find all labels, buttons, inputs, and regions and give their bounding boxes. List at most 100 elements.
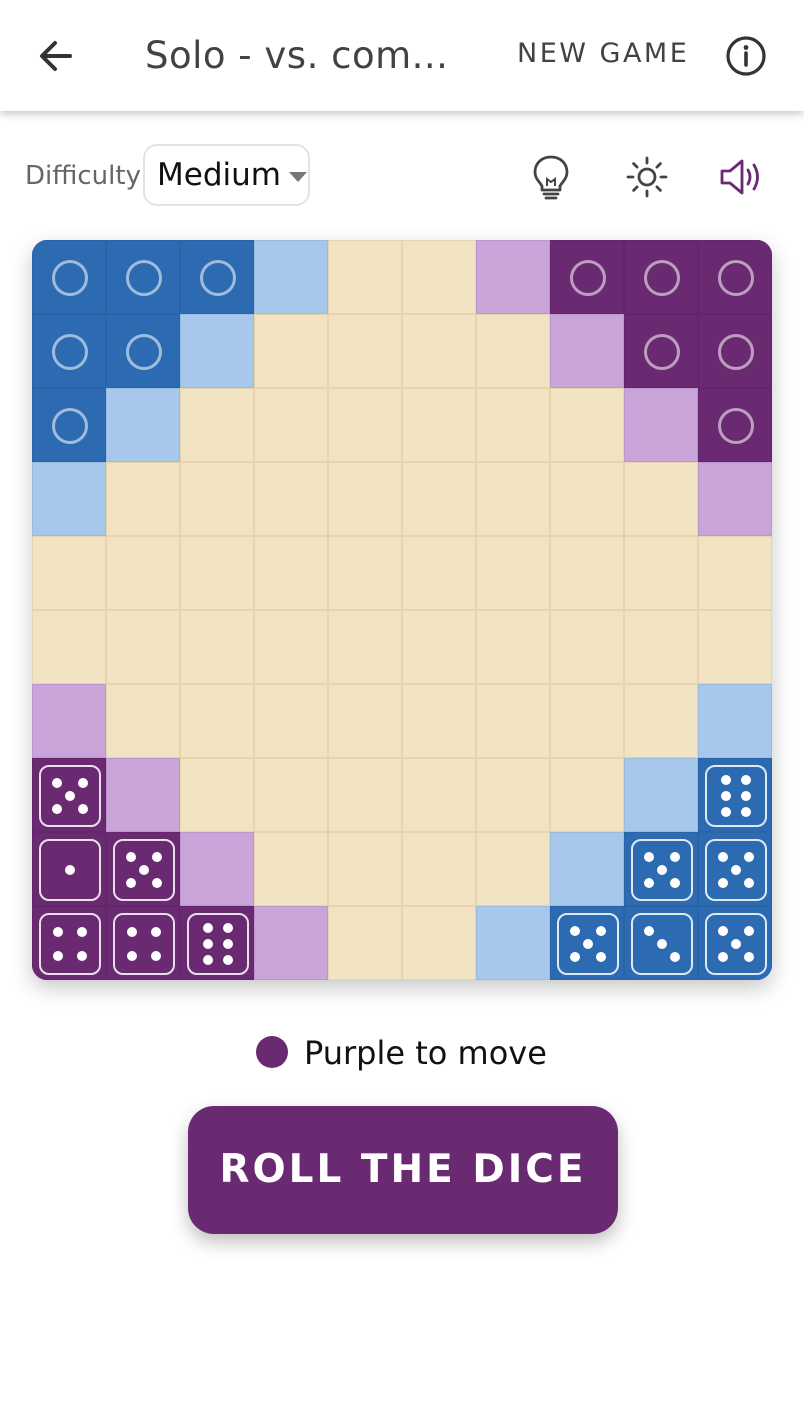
board-cell-empty[interactable] (254, 832, 328, 906)
board-cell-empty[interactable] (476, 832, 550, 906)
board-cell-light-blue[interactable] (698, 684, 772, 758)
board-cell-empty[interactable] (328, 684, 402, 758)
die-piece[interactable] (39, 839, 101, 901)
board-cell-empty[interactable] (32, 610, 106, 684)
board-cell-empty[interactable] (476, 536, 550, 610)
board-cell-empty[interactable] (328, 610, 402, 684)
board-cell-empty[interactable] (254, 536, 328, 610)
board-cell-empty[interactable] (254, 610, 328, 684)
board-cell-empty[interactable] (550, 536, 624, 610)
board-cell-blue[interactable] (698, 906, 772, 980)
board-cell-purple[interactable] (698, 240, 772, 314)
board-cell-empty[interactable] (476, 314, 550, 388)
arrow-left-icon[interactable] (30, 30, 82, 82)
board-cell-blue[interactable] (180, 240, 254, 314)
board-cell-blue[interactable] (698, 832, 772, 906)
board-cell-empty[interactable] (328, 462, 402, 536)
board-cell-purple[interactable] (106, 906, 180, 980)
board-cell-purple[interactable] (698, 388, 772, 462)
board-cell-empty[interactable] (254, 462, 328, 536)
board-cell-empty[interactable] (698, 610, 772, 684)
die-piece[interactable] (705, 839, 767, 901)
board-cell-blue[interactable] (624, 906, 698, 980)
info-icon[interactable] (722, 32, 770, 80)
board-cell-empty[interactable] (328, 314, 402, 388)
die-piece[interactable] (113, 913, 175, 975)
board-cell-empty[interactable] (180, 536, 254, 610)
board-cell-purple[interactable] (32, 906, 106, 980)
board-cell-empty[interactable] (402, 684, 476, 758)
board-cell-empty[interactable] (254, 684, 328, 758)
board-cell-empty[interactable] (402, 758, 476, 832)
board-cell-empty[interactable] (698, 536, 772, 610)
board-cell-empty[interactable] (106, 610, 180, 684)
board-cell-empty[interactable] (402, 314, 476, 388)
board-cell-blue[interactable] (32, 240, 106, 314)
board-cell-empty[interactable] (402, 610, 476, 684)
board-cell-purple[interactable] (106, 832, 180, 906)
board-cell-empty[interactable] (624, 610, 698, 684)
board-cell-purple[interactable] (32, 758, 106, 832)
board-cell-light-purple[interactable] (32, 684, 106, 758)
board-cell-empty[interactable] (328, 832, 402, 906)
board-cell-empty[interactable] (624, 684, 698, 758)
board-cell-purple[interactable] (180, 906, 254, 980)
board-cell-light-blue[interactable] (106, 388, 180, 462)
die-piece[interactable] (113, 839, 175, 901)
board-cell-empty[interactable] (328, 388, 402, 462)
board-cell-blue[interactable] (32, 388, 106, 462)
board-cell-blue[interactable] (698, 758, 772, 832)
board-cell-light-blue[interactable] (254, 240, 328, 314)
board-cell-empty[interactable] (624, 462, 698, 536)
board-cell-light-purple[interactable] (624, 388, 698, 462)
board-cell-empty[interactable] (402, 240, 476, 314)
board-cell-purple[interactable] (624, 314, 698, 388)
board-cell-light-blue[interactable] (180, 314, 254, 388)
board-cell-empty[interactable] (476, 684, 550, 758)
board-cell-blue[interactable] (624, 832, 698, 906)
board-cell-empty[interactable] (106, 536, 180, 610)
board-cell-light-purple[interactable] (254, 906, 328, 980)
board-cell-light-purple[interactable] (476, 240, 550, 314)
board-cell-empty[interactable] (328, 758, 402, 832)
die-piece[interactable] (631, 839, 693, 901)
board-cell-empty[interactable] (106, 462, 180, 536)
board-cell-blue[interactable] (550, 906, 624, 980)
board-cell-empty[interactable] (180, 758, 254, 832)
board-cell-empty[interactable] (180, 610, 254, 684)
board-cell-empty[interactable] (476, 462, 550, 536)
board-cell-empty[interactable] (180, 462, 254, 536)
board-cell-empty[interactable] (254, 758, 328, 832)
board-cell-blue[interactable] (106, 240, 180, 314)
board-cell-empty[interactable] (476, 388, 550, 462)
board-cell-purple[interactable] (32, 832, 106, 906)
die-piece[interactable] (39, 765, 101, 827)
board-cell-empty[interactable] (402, 462, 476, 536)
board-cell-empty[interactable] (254, 388, 328, 462)
board-cell-empty[interactable] (550, 388, 624, 462)
board-cell-empty[interactable] (476, 758, 550, 832)
board-cell-empty[interactable] (402, 832, 476, 906)
board-cell-light-blue[interactable] (476, 906, 550, 980)
lightbulb-icon[interactable] (527, 152, 575, 202)
sun-icon[interactable] (623, 152, 671, 202)
die-piece[interactable] (39, 913, 101, 975)
die-piece[interactable] (705, 913, 767, 975)
board-cell-light-blue[interactable] (550, 832, 624, 906)
board-cell-empty[interactable] (624, 536, 698, 610)
board-cell-empty[interactable] (328, 906, 402, 980)
die-piece[interactable] (705, 765, 767, 827)
board-cell-light-purple[interactable] (106, 758, 180, 832)
board-cell-empty[interactable] (402, 536, 476, 610)
die-piece[interactable] (187, 913, 249, 975)
board-cell-empty[interactable] (180, 388, 254, 462)
die-piece[interactable] (631, 913, 693, 975)
board-cell-purple[interactable] (550, 240, 624, 314)
board-cell-empty[interactable] (550, 610, 624, 684)
board-cell-empty[interactable] (402, 388, 476, 462)
board-cell-light-blue[interactable] (32, 462, 106, 536)
board-cell-empty[interactable] (550, 462, 624, 536)
board-cell-empty[interactable] (328, 536, 402, 610)
board-cell-light-blue[interactable] (624, 758, 698, 832)
board-cell-empty[interactable] (32, 536, 106, 610)
